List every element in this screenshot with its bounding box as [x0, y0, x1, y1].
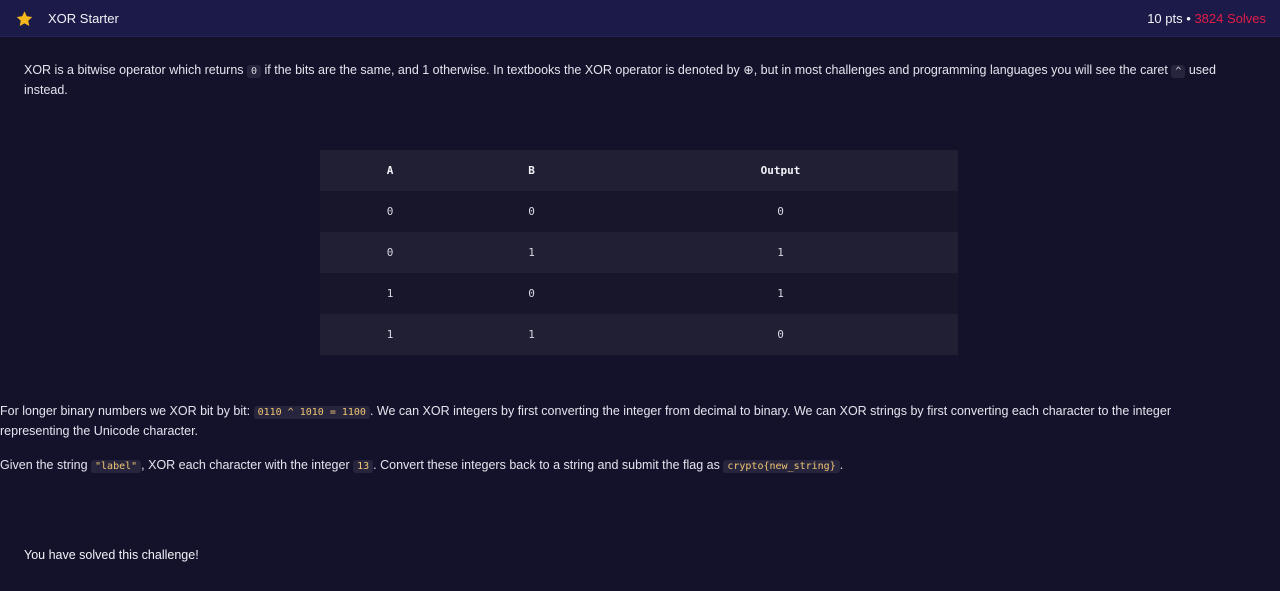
table-row: 1 1 0 — [320, 314, 958, 355]
table-row: 0 1 1 — [320, 232, 958, 273]
code-binary-example: 0110 ^ 1010 = 1100 — [253, 406, 370, 419]
star-icon[interactable] — [15, 10, 34, 28]
binary-text-1: For longer binary numbers we XOR bit by … — [0, 404, 254, 418]
table-cell: 1 — [603, 273, 958, 314]
task-text-1: Given the string — [0, 458, 92, 472]
solves-count: 3824 Solves — [1194, 11, 1266, 26]
code-zero: 0 — [247, 65, 262, 78]
task-text-4: . — [839, 458, 844, 472]
challenge-title: XOR Starter — [48, 11, 119, 26]
table-row: 0 0 0 — [320, 191, 958, 232]
table-cell: 0 — [320, 232, 460, 273]
table-cell: 0 — [320, 191, 460, 232]
code-integer-13: 13 — [353, 460, 374, 473]
solved-message: You have solved this challenge! — [24, 548, 199, 562]
intro-text-2: if the bits are the same, and 1 otherwis… — [261, 63, 1172, 77]
challenge-score: 10 pts • 3824 Solves — [1147, 11, 1266, 26]
intro-text-1: XOR is a bitwise operator which returns — [24, 63, 248, 77]
table-cell: 0 — [460, 191, 603, 232]
table-cell: 1 — [320, 314, 460, 355]
intro-paragraph: XOR is a bitwise operator which returns … — [24, 61, 1254, 100]
separator-dot: • — [1186, 11, 1191, 26]
task-paragraph: Given the string "label", XOR each chara… — [0, 456, 1240, 476]
table-header-output: Output — [603, 150, 958, 191]
table-cell: 0 — [603, 314, 958, 355]
code-caret: ^ — [1171, 65, 1186, 78]
table-cell: 1 — [320, 273, 460, 314]
task-text-2: , XOR each character with the integer — [141, 458, 354, 472]
table-cell: 0 — [603, 191, 958, 232]
points-value: 10 pts — [1147, 11, 1183, 26]
code-flag-format: crypto{new_string} — [723, 460, 840, 473]
challenge-header[interactable]: XOR Starter 10 pts • 3824 Solves — [0, 0, 1280, 37]
table-header-a: A — [320, 150, 460, 191]
table-cell: 1 — [460, 232, 603, 273]
table-cell: 1 — [603, 232, 958, 273]
table-row: 1 0 1 — [320, 273, 958, 314]
code-label-string: "label" — [91, 460, 142, 473]
binary-paragraph: For longer binary numbers we XOR bit by … — [0, 402, 1240, 441]
table-cell: 1 — [460, 314, 603, 355]
xor-truth-table: A B Output 0 0 0 0 1 1 1 0 1 1 1 0 — [320, 150, 958, 355]
table-header-b: B — [460, 150, 603, 191]
task-text-3: . Convert these integers back to a strin… — [373, 458, 724, 472]
table-cell: 0 — [460, 273, 603, 314]
